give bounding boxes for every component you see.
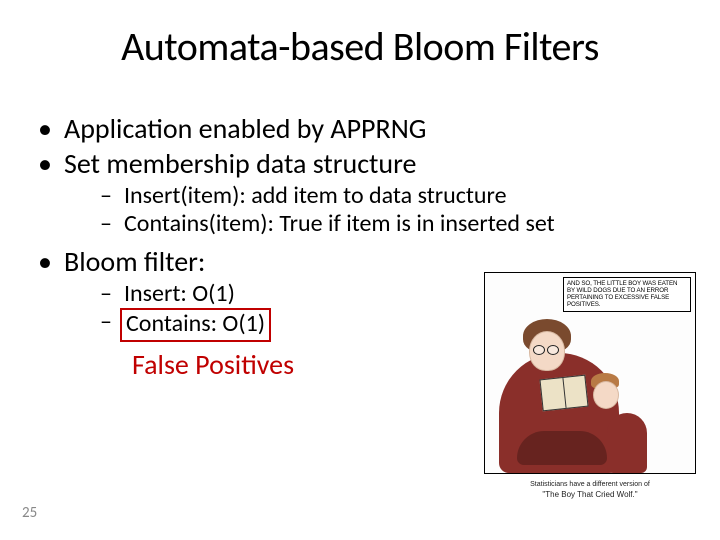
comic-image: AND SO, THE LITTLE BOY WAS EATEN BY WILD…: [484, 272, 696, 500]
comic-book: [539, 375, 588, 412]
highlight-box: Contains: O(1): [120, 308, 271, 342]
comic-speech-bubble: AND SO, THE LITTLE BOY WAS EATEN BY WILD…: [563, 277, 691, 312]
bullet-text: Application enabled by APPRNG: [64, 111, 426, 146]
sub-bullet-list: Insert(item): add item to data structure…: [64, 182, 690, 239]
bullet-text: Bloom filter:: [64, 244, 205, 279]
slide: Automata-based Bloom Filters Application…: [0, 0, 720, 540]
bullet-text: Insert: O(1): [124, 279, 235, 308]
comic-chair: [499, 353, 639, 473]
bullet-item: Set membership data structure Insert(ite…: [30, 147, 690, 239]
slide-title: Automata-based Bloom Filters: [0, 22, 720, 71]
comic-panel: AND SO, THE LITTLE BOY WAS EATEN BY WILD…: [484, 272, 696, 474]
comic-caption-line: Statisticians have a different version o…: [530, 481, 650, 488]
page-number: 25: [22, 504, 37, 522]
comic-caption-line: "The Boy That Cried Wolf.": [542, 490, 637, 499]
sub-bullet-item: Contains(item): True if item is in inser…: [64, 210, 690, 238]
comic-child-head: [593, 381, 619, 409]
bullet-text: Contains(item): True if item is in inser…: [124, 209, 555, 238]
sub-bullet-item: Insert(item): add item to data structure: [64, 182, 690, 210]
bullet-text: Set membership data structure: [64, 146, 416, 181]
comic-caption: Statisticians have a different version o…: [484, 481, 696, 500]
glasses-icon: [533, 345, 559, 353]
bullet-text: Insert(item): add item to data structure: [124, 181, 507, 210]
bullet-item: Application enabled by APPRNG: [30, 112, 690, 145]
